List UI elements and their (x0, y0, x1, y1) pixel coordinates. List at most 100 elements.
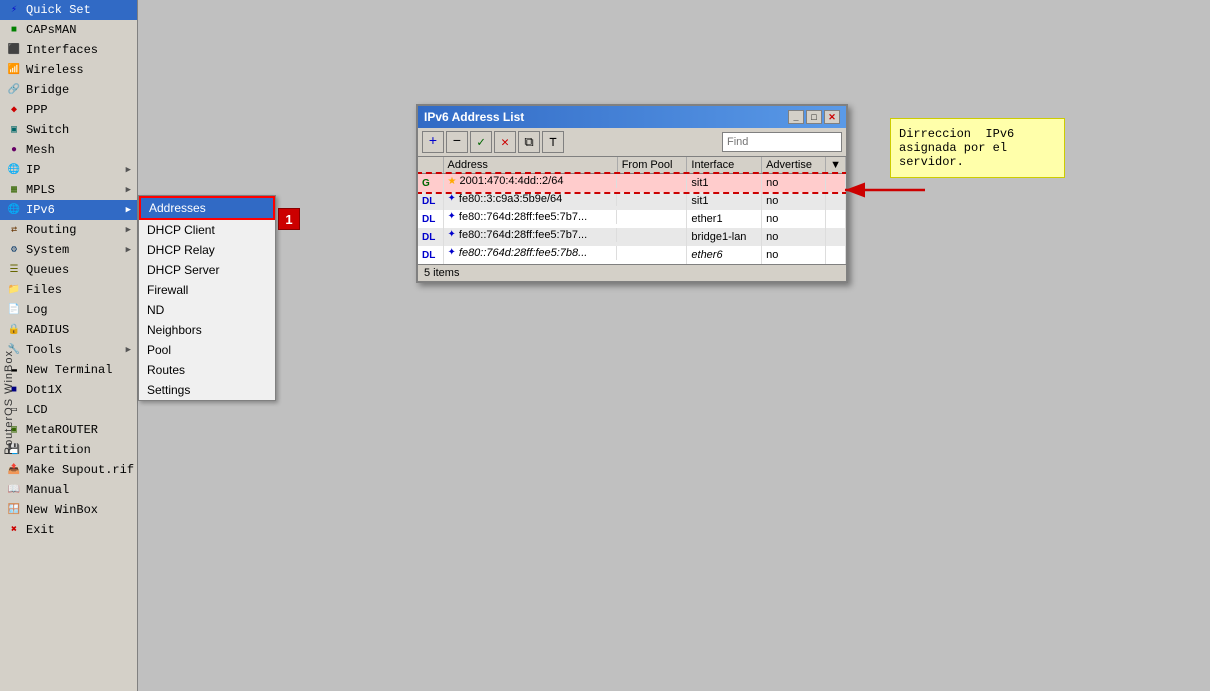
sidebar-label-ppp: PPP (26, 103, 48, 117)
routing-icon: ⇄ (6, 222, 22, 238)
sidebar-label-quick-set: Quick Set (26, 3, 91, 17)
ipv6-address-list-window: IPv6 Address List _ □ ✕ + − ✓ ✕ ⧉ ⊤ Addr… (416, 104, 848, 283)
sidebar-item-capsman[interactable]: ■ CAPsMAN (0, 20, 137, 40)
sidebar-item-routing[interactable]: ⇄ Routing ▶ (0, 220, 137, 240)
submenu-neighbors[interactable]: Neighbors (139, 320, 275, 340)
row-address: ★2001:470:4:4dd::2/64 (444, 174, 618, 188)
sidebar-item-files[interactable]: 📁 Files (0, 280, 137, 300)
minimize-button[interactable]: _ (788, 110, 804, 124)
sidebar-item-bridge[interactable]: 🔗 Bridge (0, 80, 137, 100)
tools-arrow: ▶ (126, 345, 131, 355)
close-button[interactable]: ✕ (824, 110, 840, 124)
restore-button[interactable]: □ (806, 110, 822, 124)
submenu-dhcp-server[interactable]: DHCP Server (139, 260, 275, 280)
table-row[interactable]: G★2001:470:4:4dd::2/64 sit1no (418, 174, 846, 192)
copy-button[interactable]: ⧉ (518, 131, 540, 153)
window-controls: _ □ ✕ (788, 110, 840, 124)
check-button[interactable]: ✓ (470, 131, 492, 153)
sidebar-item-ipv6[interactable]: 🌐 IPv6 ▶ (0, 200, 137, 220)
row-from-pool (617, 192, 687, 210)
sidebar-item-dot1x[interactable]: ■ Dot1X (0, 380, 137, 400)
sidebar-item-exit[interactable]: ✖ Exit (0, 520, 137, 540)
sidebar-label-dot1x: Dot1X (26, 383, 62, 397)
table-row[interactable]: DL✦fe80::764d:28ff:fee5:7b7...ether1no (418, 210, 846, 228)
col-interface[interactable]: Interface (687, 157, 762, 174)
row-interface: bridge1-lan (687, 228, 762, 246)
table-row[interactable]: DL✦fe80::764d:28ff:fee5:7b7...bridge1-la… (418, 228, 846, 246)
submenu-addresses[interactable]: Addresses (139, 196, 275, 220)
sidebar-item-manual[interactable]: 📖 Manual (0, 480, 137, 500)
submenu-settings[interactable]: Settings (139, 380, 275, 400)
remove-button[interactable]: − (446, 131, 468, 153)
sidebar-item-mpls[interactable]: ▦ MPLS ▶ (0, 180, 137, 200)
sidebar-item-ppp[interactable]: ◆ PPP (0, 100, 137, 120)
table-header-row: Address From Pool Interface Advertise ▼ (418, 157, 846, 174)
wireless-icon: 📶 (6, 62, 22, 78)
sidebar-item-quick-set[interactable]: ⚡ Quick Set (0, 0, 137, 20)
search-input[interactable] (722, 132, 842, 152)
col-advertise[interactable]: Advertise (762, 157, 826, 174)
exit-icon: ✖ (6, 522, 22, 538)
make-supout-icon: 📤 (6, 462, 22, 478)
sidebar-item-log[interactable]: 📄 Log (0, 300, 137, 320)
red-arrow (840, 175, 930, 205)
row-flag: DL (418, 210, 443, 228)
row-advertise: no (762, 174, 826, 192)
sidebar-item-new-winbox[interactable]: 🪟 New WinBox (0, 500, 137, 520)
table-row[interactable]: DL✦fe80::3:c9a3:5b9e/64sit1no (418, 192, 846, 210)
sidebar-label-tools: Tools (26, 343, 62, 357)
submenu-dhcp-relay[interactable]: DHCP Relay (139, 240, 275, 260)
address-table-body: G★2001:470:4:4dd::2/64sit1noDL✦fe80::3:c… (418, 174, 846, 264)
address-table: Address From Pool Interface Advertise ▼ … (418, 157, 846, 264)
row-address: ✦fe80::764d:28ff:fee5:7b7... (444, 210, 618, 224)
col-from-pool[interactable]: From Pool (617, 157, 687, 174)
col-flag[interactable] (418, 157, 443, 174)
sidebar-item-queues[interactable]: ☰ Queues (0, 260, 137, 280)
sidebar-item-interfaces[interactable]: ⬛ Interfaces (0, 40, 137, 60)
sidebar-item-wireless[interactable]: 📶 Wireless (0, 60, 137, 80)
mpls-icon: ▦ (6, 182, 22, 198)
down-arrow-icon[interactable]: ▼ (830, 159, 841, 171)
item-count: 5 items (424, 267, 459, 279)
status-bar: 5 items (418, 264, 846, 281)
winbox-label: RouterOS WinBox (3, 350, 15, 455)
window-title: IPv6 Address List (424, 110, 524, 124)
sidebar-item-radius[interactable]: 🔒 RADIUS (0, 320, 137, 340)
row-extra (826, 228, 846, 246)
sidebar-label-new-winbox: New WinBox (26, 503, 98, 517)
submenu-nd[interactable]: ND (139, 300, 275, 320)
col-extra[interactable]: ▼ (826, 157, 846, 174)
submenu-pool[interactable]: Pool (139, 340, 275, 360)
row-address: ✦fe80::764d:28ff:fee5:7b7... (444, 228, 618, 242)
sidebar-label-exit: Exit (26, 523, 55, 537)
sidebar-item-system[interactable]: ⚙ System ▶ (0, 240, 137, 260)
sidebar-item-tools[interactable]: 🔧 Tools ▶ (0, 340, 137, 360)
ipv6-icon: 🌐 (6, 202, 22, 218)
row-address: ✦fe80::3:c9a3:5b9e/64 (444, 192, 618, 206)
row-from-pool (617, 210, 687, 228)
filter-button[interactable]: ⊤ (542, 131, 564, 153)
sidebar-label-interfaces: Interfaces (26, 43, 98, 57)
submenu-dhcp-client[interactable]: DHCP Client (139, 220, 275, 240)
sidebar-item-lcd[interactable]: ▭ LCD (0, 400, 137, 420)
sidebar-item-mesh[interactable]: ● Mesh (0, 140, 137, 160)
sidebar-item-partition[interactable]: 💾 Partition (0, 440, 137, 460)
switch-icon: ▣ (6, 122, 22, 138)
sidebar-item-metarouter[interactable]: ▣ MetaROUTER (0, 420, 137, 440)
uncheck-button[interactable]: ✕ (494, 131, 516, 153)
row-interface: ether1 (687, 210, 762, 228)
table-row[interactable]: DL✦fe80::764d:28ff:fee5:7b8...ether6no (418, 246, 846, 264)
row-flag: G (418, 174, 443, 192)
sidebar-label-files: Files (26, 283, 62, 297)
col-address[interactable]: Address (443, 157, 617, 174)
sidebar-item-ip[interactable]: 🌐 IP ▶ (0, 160, 137, 180)
sidebar-label-ip: IP (26, 163, 40, 177)
sidebar-item-make-supout[interactable]: 📤 Make Supout.rif (0, 460, 137, 480)
row-interface: sit1 (687, 174, 762, 192)
sidebar-item-new-terminal[interactable]: ▬ New Terminal (0, 360, 137, 380)
add-button[interactable]: + (422, 131, 444, 153)
submenu-routes[interactable]: Routes (139, 360, 275, 380)
ip-icon: 🌐 (6, 162, 22, 178)
sidebar-item-switch[interactable]: ▣ Switch (0, 120, 137, 140)
submenu-firewall[interactable]: Firewall (139, 280, 275, 300)
